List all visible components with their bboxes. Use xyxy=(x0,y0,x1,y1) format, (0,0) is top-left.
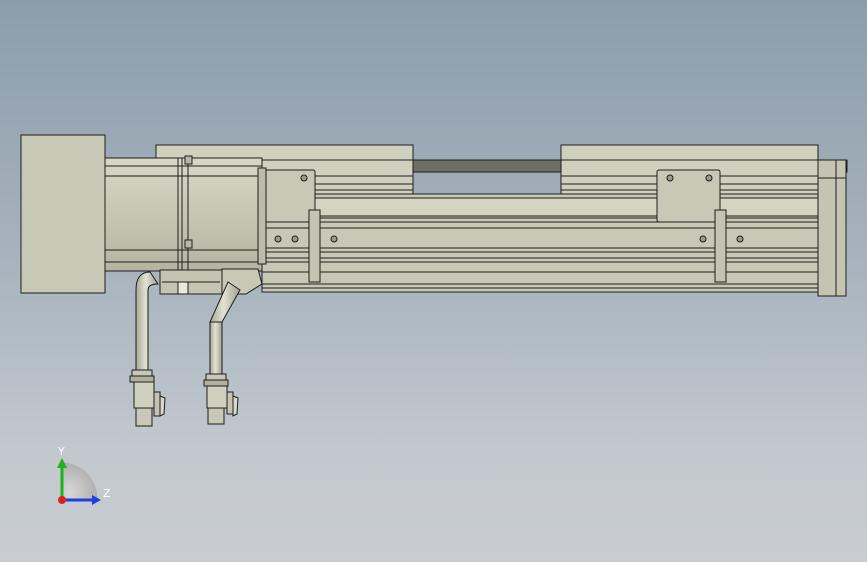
motor-end-cover[interactable] xyxy=(20,134,106,294)
bracket-left xyxy=(308,209,321,283)
screw xyxy=(666,174,674,182)
encoder-cable[interactable] xyxy=(203,281,241,425)
bracket-right xyxy=(714,209,727,283)
cad-viewport[interactable]: Y Z xyxy=(0,0,867,562)
screw xyxy=(705,174,713,182)
screw xyxy=(330,235,338,243)
screw xyxy=(736,235,744,243)
power-cable[interactable] xyxy=(129,271,166,427)
orientation-triad[interactable]: Y Z xyxy=(57,445,111,505)
end-cap xyxy=(817,159,847,297)
screw xyxy=(699,235,707,243)
triad-plane xyxy=(62,462,98,500)
linear-actuator-model[interactable] xyxy=(20,134,848,427)
body-rib-upper xyxy=(261,197,841,217)
screw xyxy=(274,235,282,243)
screw xyxy=(300,174,308,182)
power-plug xyxy=(133,381,155,409)
z-axis-label: Z xyxy=(103,487,111,500)
motor-flange xyxy=(257,167,267,265)
motor-body[interactable] xyxy=(104,157,263,272)
x-axis-origin xyxy=(58,496,66,504)
encoder-plug xyxy=(206,385,228,409)
screw xyxy=(291,235,299,243)
y-axis-label: Y xyxy=(57,445,65,458)
